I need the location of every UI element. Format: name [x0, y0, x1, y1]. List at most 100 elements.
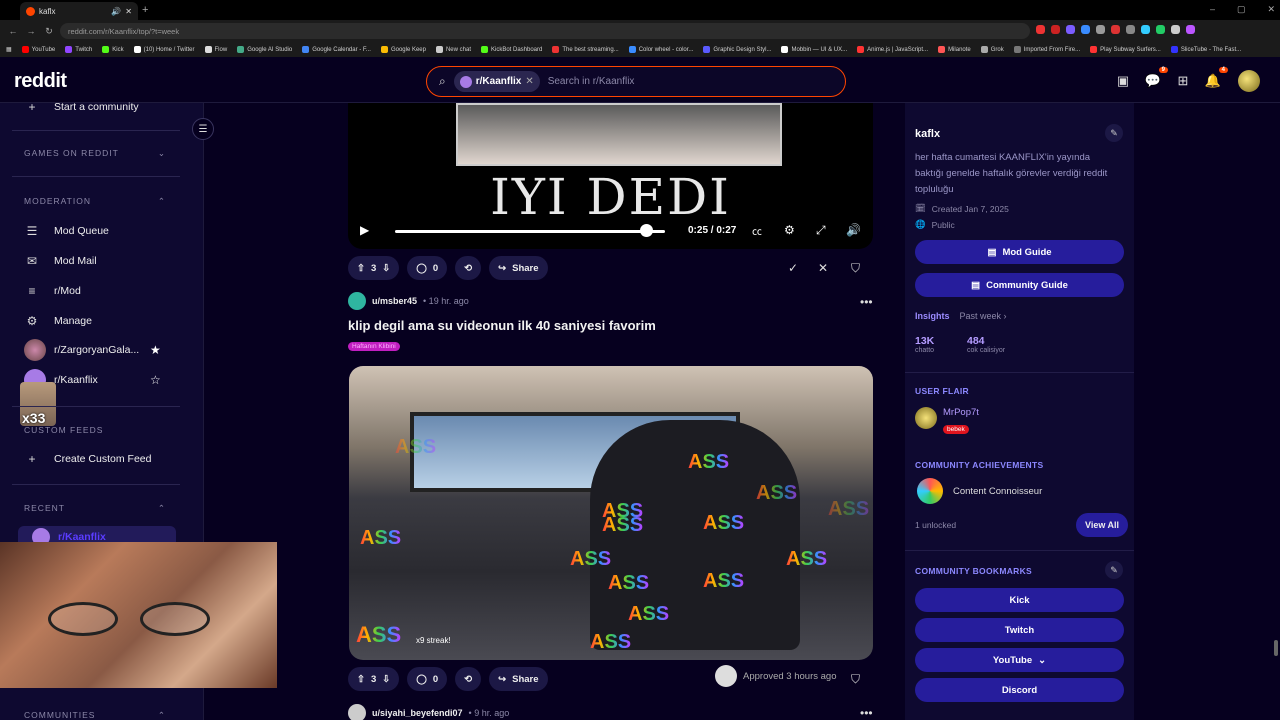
bookmark-item[interactable]: SliceTube - The Fast... [1170, 46, 1241, 53]
custom-feeds-header[interactable]: CUSTOM FEEDS [24, 425, 166, 435]
mod-shield-icon[interactable]: ⛉ [851, 261, 860, 276]
comments-button[interactable]: ◯ 0 [407, 256, 448, 280]
share-button[interactable]: ↪ Share [489, 667, 548, 691]
post-author[interactable]: u/msber45 [372, 296, 417, 306]
games-section-header[interactable]: GAMES ON REDDIT ⌄ [24, 148, 166, 159]
mod-shield-icon[interactable]: ⛉ [851, 672, 860, 687]
profile-icon[interactable] [1186, 25, 1195, 34]
extension-icon[interactable] [1096, 25, 1105, 34]
bookmark-item[interactable]: Play Subway Surfers... [1090, 46, 1161, 53]
maximize-icon[interactable]: ▢ [1237, 4, 1246, 15]
tab-close-icon[interactable]: ✕ [125, 7, 132, 16]
bookmark-folder[interactable]: Imported From Fire... [1013, 46, 1080, 53]
sidebar-collapse-button[interactable]: ☰ [192, 118, 214, 140]
bookmark-item[interactable]: Google AI Studio [237, 46, 292, 53]
bookmark-item[interactable]: YouTube [21, 46, 55, 53]
back-icon[interactable]: ← [8, 26, 18, 36]
edit-pencil-icon[interactable]: ✎ [1105, 124, 1123, 142]
search-scope-chip[interactable]: r/Kaanflix ✕ [453, 71, 540, 92]
scrollbar-thumb[interactable] [1274, 640, 1278, 656]
close-window-icon[interactable]: ✕ [1268, 4, 1276, 15]
favorite-star-icon[interactable]: ★ [150, 343, 161, 357]
window-controls[interactable]: – ▢ ✕ [1210, 4, 1275, 15]
bookmark-item[interactable]: The best streaming... [552, 46, 619, 53]
moderation-section-header[interactable]: MODERATION ⌃ [24, 196, 166, 207]
extension-icon[interactable] [1141, 25, 1150, 34]
bookmark-item[interactable]: Mobbin — UI & UX... [781, 46, 847, 53]
chat-icon[interactable]: 💬 9 [1144, 67, 1168, 90]
bookmark-item[interactable]: Twitch [65, 46, 92, 53]
author-avatar[interactable] [348, 292, 366, 310]
bookmark-discord-button[interactable]: Discord [915, 678, 1124, 702]
fullscreen-icon[interactable]: ⤢ [816, 223, 826, 238]
reddit-logo[interactable]: reddit [14, 70, 67, 93]
audio-icon[interactable]: 🔊 [111, 7, 121, 16]
apps-icon[interactable]: ▦ [6, 46, 12, 53]
bookmark-kick-button[interactable]: Kick [915, 588, 1124, 612]
view-all-button[interactable]: View All [1076, 513, 1129, 537]
new-tab-icon[interactable]: + [142, 4, 148, 16]
bookmark-item[interactable]: Milanote [938, 46, 971, 53]
forward-icon[interactable]: → [26, 26, 36, 36]
bookmark-item[interactable]: Grok [980, 46, 1004, 53]
achievement-item[interactable]: Content Connoisseur [917, 478, 1042, 504]
video-progress-bar[interactable] [395, 230, 665, 233]
bookmark-item[interactable]: Google Keep [380, 46, 426, 53]
sidebar-item-zargoryan[interactable]: r/ZargoryanGala... [24, 339, 139, 361]
bookmark-item[interactable]: Kick [102, 46, 124, 53]
extension-icon[interactable] [1051, 25, 1060, 34]
search-bar[interactable]: ⌕ r/Kaanflix ✕ Search in r/Kaanflix [426, 66, 846, 97]
url-field[interactable]: reddit.com/r/Kaanflix/top/?t=week [60, 23, 1030, 39]
crosspost-button[interactable]: ⟲ [455, 256, 482, 280]
favorite-star-outline-icon[interactable]: ☆ [150, 373, 161, 387]
extension-icon[interactable] [1111, 25, 1120, 34]
bookmark-youtube-button[interactable]: YouTube ⌄ [915, 648, 1124, 672]
play-icon[interactable]: ▶ [360, 223, 369, 237]
approve-check-icon[interactable]: ✓ [788, 261, 798, 275]
comments-button[interactable]: ◯ 0 [407, 667, 448, 691]
minimize-icon[interactable]: – [1210, 4, 1215, 15]
remove-x-icon[interactable]: ✕ [818, 261, 828, 275]
upvote-icon[interactable]: ⇧ [357, 263, 365, 274]
more-options-icon[interactable]: ••• [860, 295, 873, 309]
create-custom-feed-link[interactable]: + Create Custom Feed [24, 452, 151, 466]
downvote-icon[interactable]: ⇩ [382, 263, 390, 274]
post-flair[interactable]: Haftanın Klibini [348, 342, 400, 351]
author-avatar[interactable] [348, 704, 366, 720]
bookmark-twitch-button[interactable]: Twitch [915, 618, 1124, 642]
post-title[interactable]: klip degil ama su videonun ilk 40 saniye… [348, 318, 656, 333]
bookmark-item[interactable]: (10) Home / Twitter [133, 46, 195, 53]
communities-section-header[interactable]: COMMUNITIES ⌃ [24, 710, 166, 720]
bookmark-item[interactable]: Flow [204, 46, 227, 53]
sidebar-item-mod-mail[interactable]: ✉ Mod Mail [24, 254, 97, 268]
bookmark-item[interactable]: KickBot Dashboard [480, 46, 542, 53]
extension-icon[interactable] [1066, 25, 1075, 34]
community-guide-button[interactable]: ▤ Community Guide [915, 273, 1124, 297]
bookmark-item[interactable]: Graphic Design Styl... [703, 46, 771, 53]
sidebar-item-manage[interactable]: ⚙ Manage [24, 314, 92, 328]
sidebar-item-r-mod[interactable]: ≡ r/Mod [24, 284, 80, 298]
edit-pencil-icon[interactable]: ✎ [1105, 561, 1123, 579]
recent-section-header[interactable]: RECENT ⌃ [24, 503, 166, 514]
crosspost-button[interactable]: ⟲ [455, 667, 482, 691]
upvote-icon[interactable]: ⇧ [357, 674, 365, 685]
page-scrollbar[interactable] [1272, 103, 1280, 720]
bookmark-item[interactable]: Color wheel - color... [628, 46, 693, 53]
sidebar-item-mod-queue[interactable]: ☰ Mod Queue [24, 224, 109, 238]
user-avatar[interactable] [1238, 70, 1260, 92]
create-post-icon[interactable]: ⊞ [1174, 72, 1192, 90]
bookmark-item[interactable]: New chat [435, 46, 471, 53]
notification-icon[interactable]: 🔔 4 [1204, 67, 1228, 90]
browser-tab[interactable]: kaflx 🔊 ✕ [20, 2, 138, 20]
bookmark-item[interactable]: Google Calendar - F... [302, 46, 371, 53]
chip-close-icon[interactable]: ✕ [525, 76, 533, 87]
extension-icon[interactable] [1036, 25, 1045, 34]
extension-icon[interactable] [1156, 25, 1165, 34]
video-progress-knob[interactable] [640, 224, 654, 237]
user-flair-row[interactable]: MrPop7t bebek [915, 407, 979, 436]
start-community-link[interactable]: + Start a community [24, 100, 138, 114]
settings-gear-icon[interactable]: ⚙ [784, 223, 795, 237]
more-options-icon[interactable]: ••• [860, 706, 873, 720]
search-input[interactable]: Search in r/Kaanflix [548, 76, 635, 87]
share-button[interactable]: ↪ Share [489, 256, 548, 280]
